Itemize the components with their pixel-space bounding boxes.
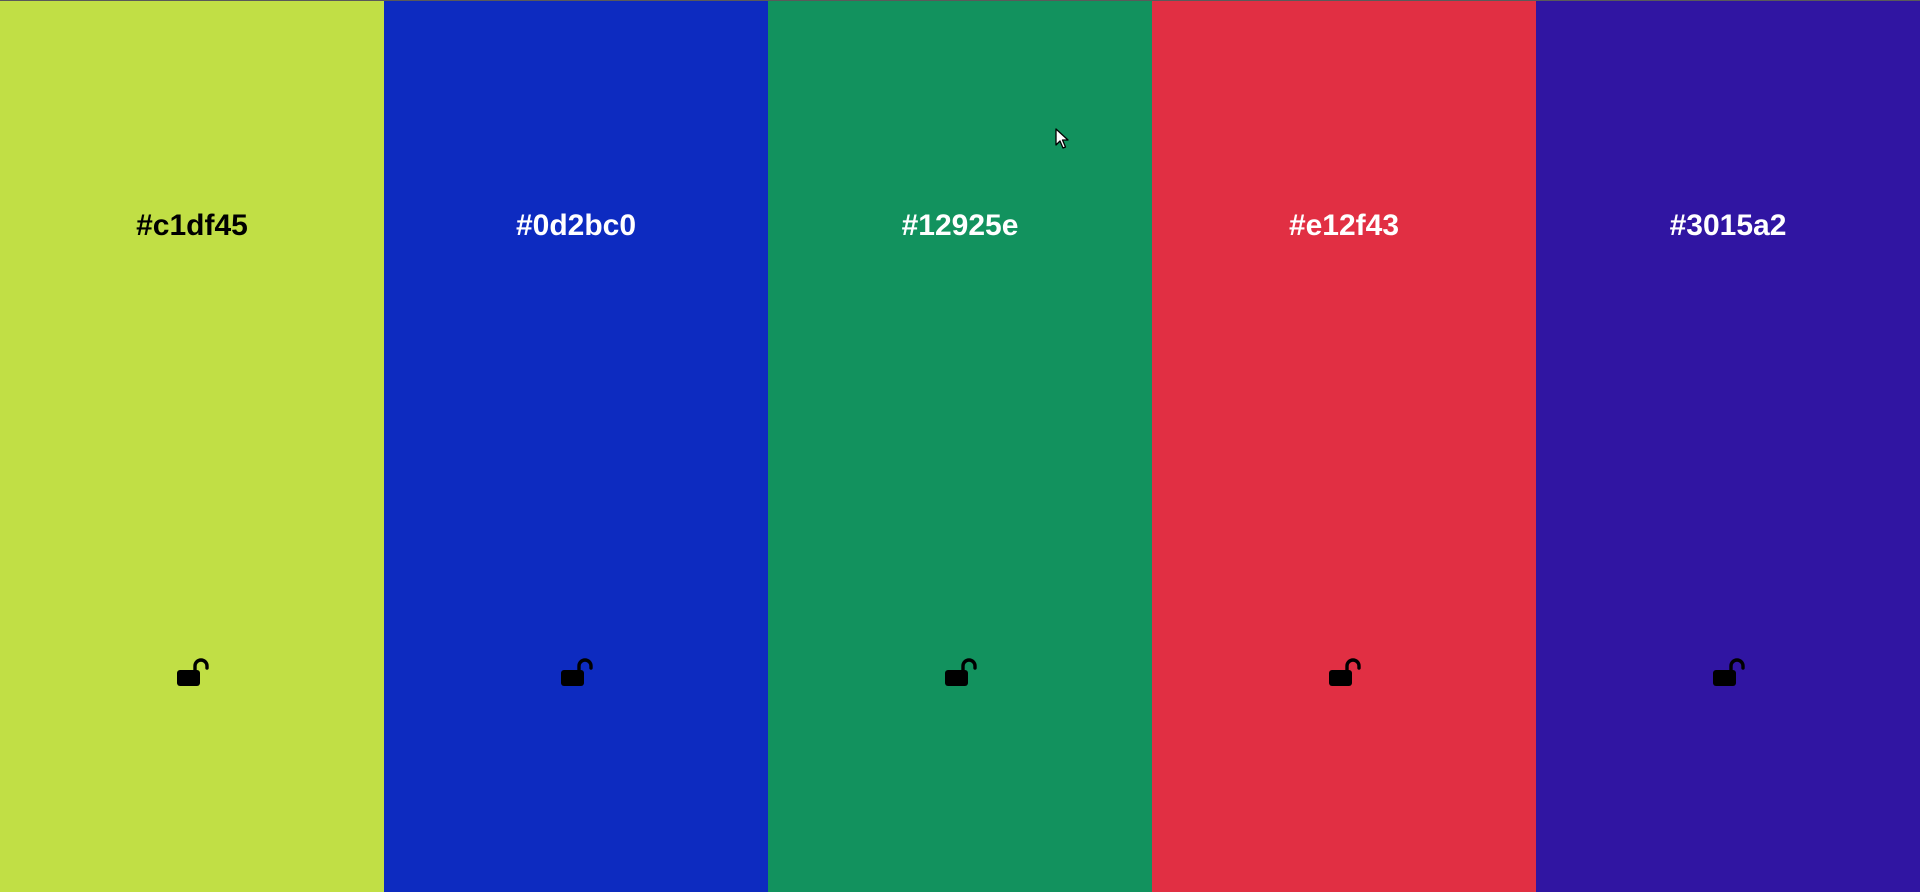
color-palette: #c1df45 #0d2bc0 #12925e #e12f43 #3015a2 <box>0 0 1920 892</box>
color-swatch-1[interactable]: #c1df45 <box>0 1 384 892</box>
lock-toggle-button[interactable] <box>1324 653 1364 693</box>
unlocked-padlock-icon <box>1713 658 1745 686</box>
lock-toggle-button[interactable] <box>1708 653 1748 693</box>
lock-toggle-button[interactable] <box>556 653 596 693</box>
color-swatch-4[interactable]: #e12f43 <box>1152 1 1536 892</box>
unlocked-padlock-icon <box>561 658 593 686</box>
hex-code-label[interactable]: #0d2bc0 <box>384 208 768 244</box>
unlocked-padlock-icon <box>177 658 209 686</box>
hex-code-label[interactable]: #12925e <box>768 208 1152 244</box>
hex-code-label[interactable]: #e12f43 <box>1152 208 1536 244</box>
hex-code-label[interactable]: #c1df45 <box>0 208 384 244</box>
unlocked-padlock-icon <box>1329 658 1361 686</box>
hex-code-label[interactable]: #3015a2 <box>1536 208 1920 244</box>
unlocked-padlock-icon <box>945 658 977 686</box>
color-swatch-3[interactable]: #12925e <box>768 1 1152 892</box>
color-swatch-5[interactable]: #3015a2 <box>1536 1 1920 892</box>
color-swatch-2[interactable]: #0d2bc0 <box>384 1 768 892</box>
lock-toggle-button[interactable] <box>172 653 212 693</box>
lock-toggle-button[interactable] <box>940 653 980 693</box>
